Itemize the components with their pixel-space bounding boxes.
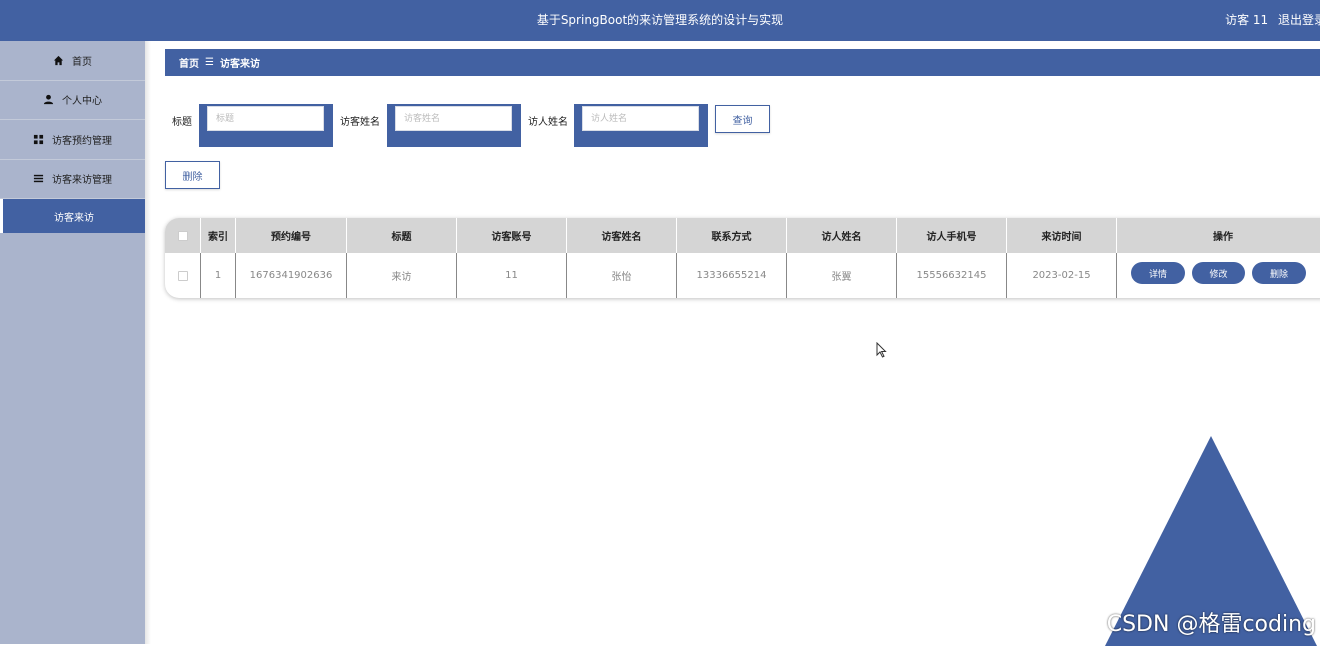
column-header-visitor-name: 访客姓名 [567,218,677,253]
user-icon [43,95,54,105]
logout-link[interactable]: 退出登录 [1278,13,1320,27]
sidebar-item-booking-management[interactable]: 访客预约管理 [0,120,145,160]
host-name-search-input[interactable] [582,106,699,131]
visitor-name-search-input[interactable] [395,106,512,131]
bulk-delete-button[interactable]: 删除 [165,161,220,189]
host-name-search-box [574,104,708,147]
current-user: 访客 11 [1225,13,1269,27]
query-button[interactable]: 查询 [715,105,770,133]
sidebar: 首页 个人中心 访客预约管理 访客来访管理 访客来访 [0,41,145,644]
grid-icon [33,134,44,144]
sidebar-item-label: 个人中心 [62,96,102,108]
visit-records-table: 索引 预约编号 标题 访客账号 访客姓名 联系方式 访人姓名 访人手机号 来访时… [165,218,1320,298]
table-header: 索引 预约编号 标题 访客账号 访客姓名 联系方式 访人姓名 访人手机号 来访时… [165,218,1320,253]
edit-button[interactable]: 修改 [1192,262,1245,284]
breadcrumb-current: 访客来访 [219,59,260,70]
top-header: 基于SpringBoot的来访管理系统的设计与实现 访客 11 退出登录 [0,0,1320,41]
watermark: CSDN @格雷coding [1106,612,1316,637]
breadcrumb: 首页 ☰ 访客来访 [165,49,1320,76]
cell-visit-time: 2023-02-15 [1007,253,1117,298]
select-all-checkbox[interactable] [177,230,188,241]
column-header-title: 标题 [347,218,457,253]
title-label: 标题 [172,117,192,128]
sidebar-item-label: 访客预约管理 [52,135,112,147]
cell-visitor-name: 张怡 [567,253,677,298]
sidebar-shadow [145,41,151,644]
column-header-actions: 操作 [1213,232,1233,243]
visitor-name-label: 访客姓名 [340,117,380,128]
mouse-cursor-icon [876,342,887,358]
row-select-cell [165,253,201,298]
list-icon [33,175,44,183]
sidebar-subitem-label: 访客来访 [54,212,94,224]
breadcrumb-separator-icon: ☰ [205,57,214,68]
column-header-contact: 联系方式 [677,218,787,253]
column-header-booking-no: 预约编号 [236,218,347,253]
app-title: 基于SpringBoot的来访管理系统的设计与实现 [536,13,784,27]
host-name-label: 访人姓名 [528,117,568,128]
sidebar-item-label: 访客来访管理 [52,175,112,187]
select-all-cell [165,218,201,253]
column-header-account: 访客账号 [457,218,567,253]
detail-button[interactable]: 详情 [1131,262,1185,284]
cell-account: 11 [457,253,567,298]
sidebar-item-visit-management[interactable]: 访客来访管理 [0,160,145,199]
column-header-host-name: 访人姓名 [787,218,897,253]
sidebar-item-label: 首页 [72,56,92,68]
cell-host-name: 张翼 [787,253,897,298]
row-delete-button[interactable]: 删除 [1252,262,1306,284]
home-icon [53,55,64,65]
sidebar-item-personal-center[interactable]: 个人中心 [0,81,145,120]
sidebar-item-home[interactable]: 首页 [0,41,145,81]
column-header-host-phone: 访人手机号 [897,218,1007,253]
user-area: 访客 11 退出登录 [1219,0,1320,41]
cell-host-phone: 15556632145 [897,253,1007,298]
cell-index: 1 [201,253,236,298]
cell-title: 来访 [347,253,457,298]
sidebar-subitem-visits[interactable]: 访客来访 [0,199,145,233]
breadcrumb-home[interactable]: 首页 [179,55,199,70]
visitor-name-search-box [387,104,521,147]
title-search-input[interactable] [207,106,324,131]
row-checkbox[interactable] [177,270,188,281]
cell-booking-no: 1676341902636 [236,253,347,298]
title-search-box [199,104,333,147]
cell-contact: 13336655214 [677,253,787,298]
column-header-index: 索引 [201,218,236,253]
column-header-visit-time: 来访时间 [1007,218,1117,253]
